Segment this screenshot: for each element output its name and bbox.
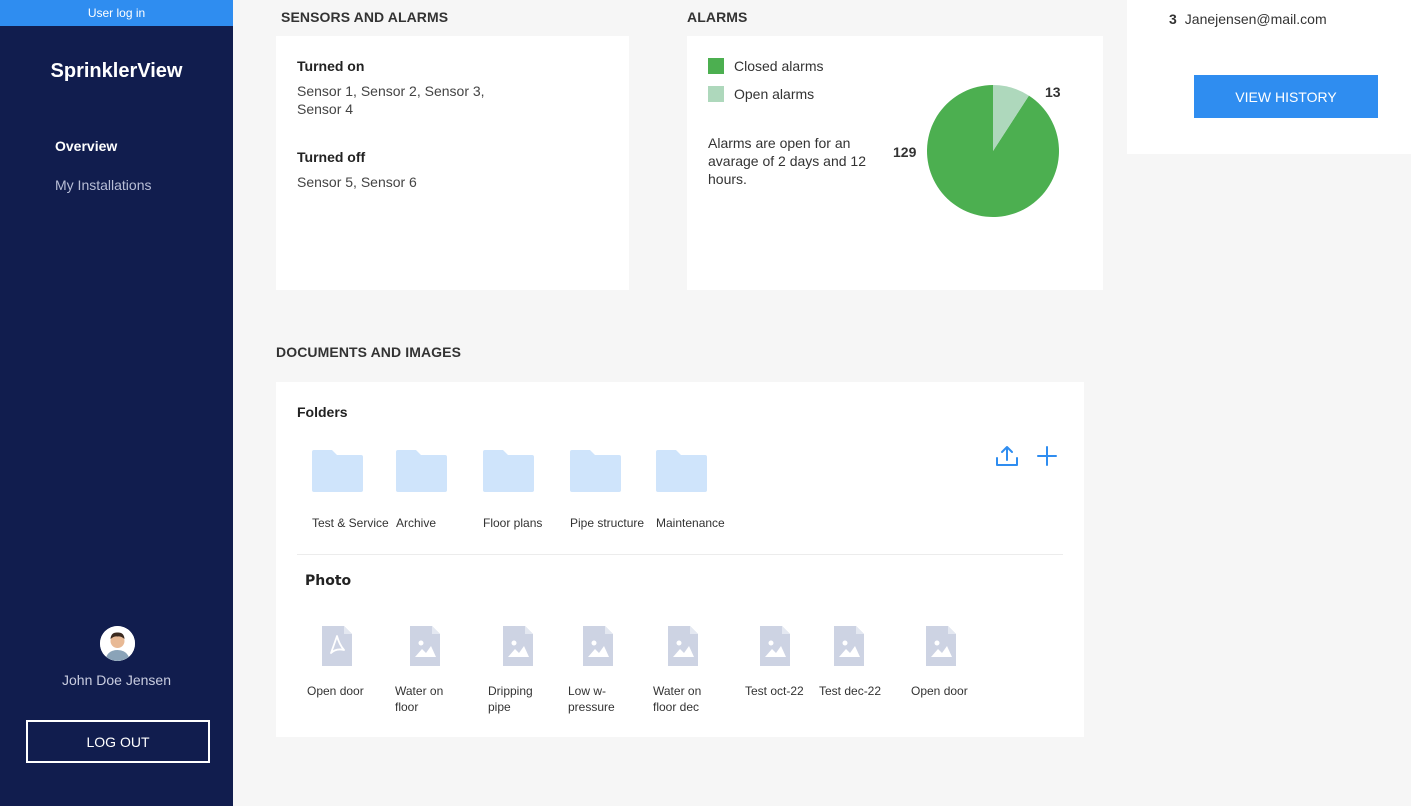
section-divider [297,554,1063,555]
closed-alarms-swatch [708,58,724,74]
image-file-icon [583,626,613,666]
photo-label: Open door [911,684,968,698]
folder-icon [312,450,363,492]
turned-on-value: Sensor 1, Sensor 2, Sensor 3, Sensor 4 [297,83,485,117]
view-history-button[interactable]: VIEW HISTORY [1194,75,1378,118]
sensors-card: Turned on Sensor 1, Sensor 2, Sensor 3, … [276,36,629,290]
image-file-icon [410,626,440,666]
user-name: John Doe Jensen [62,672,171,688]
photo-item[interactable]: Dripping pipe [488,626,558,715]
folder-label: Test & Service [312,516,389,530]
legend-open-alarms: Open alarms [708,86,814,102]
image-file-icon [760,626,790,666]
folders-title: Folders [297,404,348,420]
folder-item[interactable]: Maintenance [656,450,736,531]
turned-on-label: Turned on [297,58,365,74]
nav-item-my-installations[interactable]: My Installations [55,177,151,193]
folder-icon [396,450,447,492]
logout-button[interactable]: LOG OUT [26,720,210,763]
folder-item[interactable]: Test & Service [312,450,392,531]
upload-button[interactable] [994,444,1020,475]
image-file-icon [834,626,864,666]
image-file-icon [668,626,698,666]
folder-icon [570,450,621,492]
photo-item[interactable]: Test oct-22 [745,626,815,699]
history-number: 3 [1169,11,1177,27]
image-file-icon [503,626,533,666]
nav-item-overview[interactable]: Overview [55,138,117,154]
folder-label: Archive [396,516,437,530]
photo-label: Low w-pressure [568,684,615,714]
open-count-label: 13 [1045,84,1061,100]
pdf-file-icon [322,626,352,666]
avatar[interactable] [100,626,135,661]
photo-title: Photo [305,573,352,589]
legend-label: Closed alarms [734,58,824,74]
history-entry: 3 Janejensen@mail.com [1169,11,1327,27]
app-brand: SprinklerView [50,60,183,82]
history-card: 3 Janejensen@mail.com VIEW HISTORY [1127,0,1411,154]
photo-label: Test dec-22 [819,684,882,698]
alarms-section-title: ALARMS [687,9,748,25]
folder-label: Pipe structure [570,516,645,530]
legend-label: Open alarms [734,86,815,102]
alarm-average-note: Alarms are open for an avarage of 2 days… [708,135,867,187]
photo-label: Open door [307,684,364,698]
open-alarms-swatch [708,86,724,102]
alarms-pie-chart: 129 13 [893,84,1061,218]
user-login-banner[interactable]: User log in [0,0,233,26]
plus-icon [1037,446,1057,466]
alarms-card: Closed alarms Open alarms Alarms are ope… [687,36,1103,290]
user-avatar-icon [100,626,135,661]
sensors-section-title: SENSORS AND ALARMS [281,9,449,25]
folder-item[interactable]: Pipe structure [570,450,650,531]
history-email: Janejensen@mail.com [1184,11,1327,27]
legend-closed-alarms: Closed alarms [708,58,823,74]
photo-label: Water on floor [395,684,444,714]
photo-item[interactable]: Water on floor dec [653,626,723,715]
folder-label: Maintenance [656,516,725,530]
image-file-icon [926,626,956,666]
folder-icon [483,450,534,492]
photo-item[interactable]: Open door [911,626,981,699]
upload-icon [996,446,1018,466]
photo-item[interactable]: Test dec-22 [819,626,889,699]
folder-icon [656,450,707,492]
folder-item[interactable]: Floor plans [483,450,563,531]
add-button[interactable] [1034,444,1060,475]
sidebar: User log in SprinklerView Overview My In… [0,0,233,806]
folder-item[interactable]: Archive [396,450,476,531]
turned-off-label: Turned off [297,149,366,165]
folder-label: Floor plans [483,516,543,530]
documents-card: Folders Test & Service Archive Floor plans… [276,382,1084,737]
photo-item[interactable]: Water on floor [395,626,465,715]
closed-count-label: 129 [893,144,917,160]
photo-label: Water on floor dec [653,684,702,714]
documents-section-title: DOCUMENTS AND IMAGES [276,344,462,360]
photo-label: Dripping pipe [488,684,533,714]
photo-label: Test oct-22 [745,684,804,698]
photo-item[interactable]: Low w-pressure [568,626,638,715]
turned-off-value: Sensor 5, Sensor 6 [297,174,417,190]
photo-item[interactable]: Open door [307,626,377,699]
